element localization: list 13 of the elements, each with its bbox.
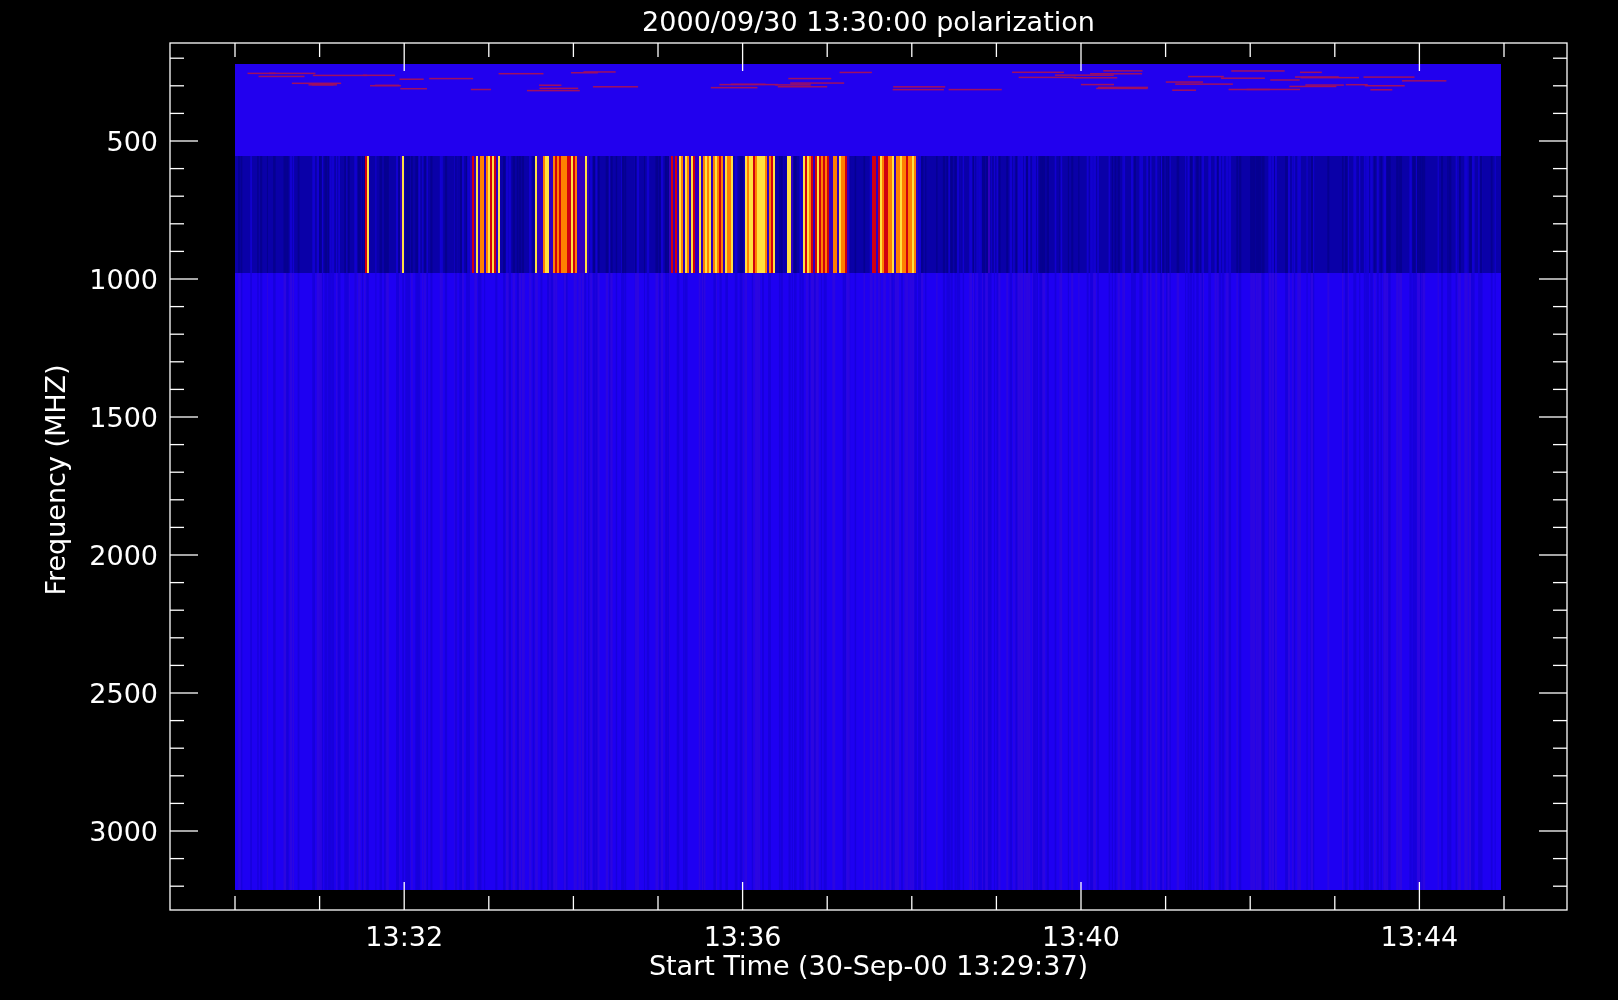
x-tick-label: 13:44 <box>1380 921 1459 952</box>
x-tick-label: 13:40 <box>1042 921 1120 952</box>
x-tick-label: 13:32 <box>365 921 444 952</box>
y-tick-label: 500 <box>106 126 158 157</box>
y-tick-label: 1000 <box>89 264 158 295</box>
y-tick-label: 2000 <box>89 540 158 571</box>
y-tick-label: 2500 <box>89 678 158 709</box>
y-axis-label: Frequency (MHZ) <box>40 364 71 596</box>
y-tick-label: 1500 <box>89 402 158 433</box>
x-axis-label: Start Time (30-Sep-00 13:29:37) <box>648 950 1089 981</box>
plot-title: 2000/09/30 13:30:00 polarization <box>642 6 1095 37</box>
x-tick-label: 13:36 <box>703 921 782 952</box>
y-tick-label: 3000 <box>89 816 158 847</box>
